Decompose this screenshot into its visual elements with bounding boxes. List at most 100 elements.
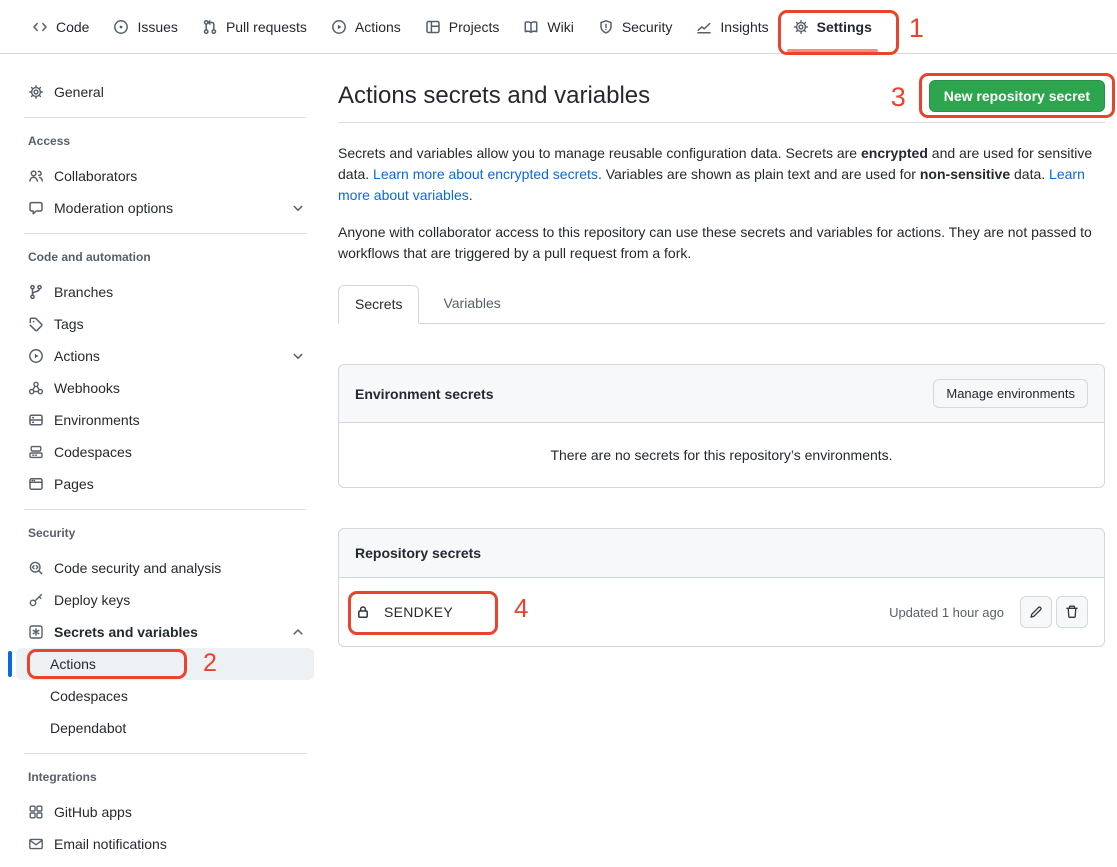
settings-sidebar: General Access Collaborators Moderation … bbox=[0, 54, 322, 860]
asterisk-box-icon bbox=[28, 624, 44, 640]
sidebar-item-label: Moderation options bbox=[54, 200, 280, 216]
sidebar-item-label: Collaborators bbox=[54, 168, 306, 184]
sidebar-item-general[interactable]: General bbox=[16, 76, 314, 108]
lock-icon bbox=[355, 604, 371, 620]
secret-name: SENDKEY bbox=[384, 604, 453, 620]
sidebar-item-label: GitHub apps bbox=[54, 804, 306, 820]
sidebar-subitem-dependabot[interactable]: Dependabot bbox=[16, 712, 314, 744]
book-icon bbox=[523, 19, 539, 35]
pencil-icon bbox=[1028, 604, 1044, 620]
sidebar-item-label: Actions bbox=[54, 348, 280, 364]
apps-grid-icon bbox=[28, 804, 44, 820]
nav-tab-actions[interactable]: Actions bbox=[321, 0, 411, 53]
chevron-down-icon bbox=[290, 348, 306, 364]
sidebar-item-codespaces[interactable]: Codespaces bbox=[16, 436, 314, 468]
sidebar-subitem-actions[interactable]: Actions 2 bbox=[16, 648, 314, 680]
key-icon bbox=[28, 592, 44, 608]
repository-secrets-box: Repository secrets SENDKEY 4 Updated 1 h… bbox=[338, 528, 1105, 647]
sidebar-item-label: Environments bbox=[54, 412, 306, 428]
divider bbox=[24, 233, 306, 234]
shield-icon bbox=[598, 19, 614, 35]
secret-row: SENDKEY 4 Updated 1 hour ago bbox=[339, 578, 1104, 646]
server-icon bbox=[28, 412, 44, 428]
description-paragraph-1: Secrets and variables allow you to manag… bbox=[338, 143, 1098, 206]
nav-tab-wiki[interactable]: Wiki bbox=[513, 0, 583, 53]
nav-tab-label: Insights bbox=[720, 19, 768, 35]
nav-tab-label: Projects bbox=[449, 19, 500, 35]
git-branch-icon bbox=[28, 284, 44, 300]
trash-icon bbox=[1064, 604, 1080, 620]
environment-secrets-empty-text: There are no secrets for this repository… bbox=[339, 423, 1104, 487]
chevron-down-icon bbox=[290, 200, 306, 216]
sidebar-item-actions[interactable]: Actions bbox=[16, 340, 314, 372]
tab-variables[interactable]: Variables bbox=[427, 285, 516, 323]
tag-icon bbox=[28, 316, 44, 332]
description-text: data. bbox=[1010, 166, 1049, 182]
sidebar-item-deploy-keys[interactable]: Deploy keys bbox=[16, 584, 314, 616]
play-circle-icon bbox=[331, 19, 347, 35]
nav-tab-code[interactable]: Code bbox=[22, 0, 99, 53]
environment-secrets-title: Environment secrets bbox=[355, 386, 494, 402]
description-paragraph-2: Anyone with collaborator access to this … bbox=[338, 222, 1098, 264]
divider bbox=[24, 753, 306, 754]
sidebar-section-header-access: Access bbox=[28, 134, 314, 148]
repo-tab-nav: Code Issues Pull requests Actions Projec… bbox=[0, 0, 1117, 54]
nav-tab-label: Security bbox=[622, 19, 673, 35]
chevron-up-icon bbox=[290, 624, 306, 640]
nav-tab-pull-requests[interactable]: Pull requests bbox=[192, 0, 317, 53]
sidebar-item-label: Email notifications bbox=[54, 836, 306, 852]
delete-secret-button[interactable] bbox=[1056, 596, 1088, 628]
code-icon bbox=[32, 19, 48, 35]
nav-tab-security[interactable]: Security bbox=[588, 0, 683, 53]
annotation-number-1: 1 bbox=[909, 15, 924, 42]
sidebar-item-label: Branches bbox=[54, 284, 306, 300]
sidebar-item-github-apps[interactable]: GitHub apps bbox=[16, 796, 314, 828]
manage-environments-button[interactable]: Manage environments bbox=[933, 379, 1088, 408]
nav-tab-insights[interactable]: Insights bbox=[686, 0, 778, 53]
annotation-number-4: 4 bbox=[514, 595, 529, 621]
environment-secrets-box: Environment secrets Manage environments … bbox=[338, 364, 1105, 488]
sidebar-item-branches[interactable]: Branches bbox=[16, 276, 314, 308]
active-tab-underline bbox=[787, 49, 878, 52]
edit-secret-button[interactable] bbox=[1020, 596, 1052, 628]
sidebar-item-environments[interactable]: Environments bbox=[16, 404, 314, 436]
sidebar-item-label: Code security and analysis bbox=[54, 560, 306, 576]
tab-secrets[interactable]: Secrets bbox=[338, 285, 419, 324]
sidebar-item-moderation-options[interactable]: Moderation options bbox=[16, 192, 314, 224]
sidebar-item-email-notifications[interactable]: Email notifications bbox=[16, 828, 314, 860]
graph-icon bbox=[696, 19, 712, 35]
divider bbox=[24, 117, 306, 118]
sidebar-item-label: Tags bbox=[54, 316, 306, 332]
sidebar-item-label: Pages bbox=[54, 476, 306, 492]
link-learn-more-encrypted-secrets[interactable]: Learn more about encrypted secrets bbox=[373, 166, 598, 182]
sidebar-item-label: Dependabot bbox=[50, 720, 306, 736]
sidebar-item-label: Codespaces bbox=[50, 688, 306, 704]
nav-tab-label: Settings bbox=[817, 19, 872, 35]
sidebar-item-label: Secrets and variables bbox=[54, 624, 280, 640]
nav-tab-projects[interactable]: Projects bbox=[415, 0, 510, 53]
secrets-variables-tabnav: Secrets Variables bbox=[338, 285, 1105, 324]
sidebar-item-tags[interactable]: Tags bbox=[16, 308, 314, 340]
sidebar-item-collaborators[interactable]: Collaborators bbox=[16, 160, 314, 192]
description-bold-encrypted: encrypted bbox=[861, 145, 928, 161]
nav-tab-label: Wiki bbox=[547, 19, 573, 35]
git-pull-request-icon bbox=[202, 19, 218, 35]
nav-tab-label: Pull requests bbox=[226, 19, 307, 35]
sidebar-item-code-security[interactable]: Code security and analysis bbox=[16, 552, 314, 584]
repository-secrets-title: Repository secrets bbox=[355, 545, 481, 561]
sidebar-item-secrets-and-variables[interactable]: Secrets and variables bbox=[16, 616, 314, 648]
new-repository-secret-button[interactable]: New repository secret bbox=[929, 80, 1105, 112]
page-title: Actions secrets and variables bbox=[338, 80, 650, 112]
sidebar-item-label: General bbox=[54, 84, 306, 100]
sidebar-item-webhooks[interactable]: Webhooks bbox=[16, 372, 314, 404]
nav-tab-issues[interactable]: Issues bbox=[103, 0, 187, 53]
secret-updated-text: Updated 1 hour ago bbox=[889, 605, 1004, 620]
nav-tab-settings[interactable]: Settings 1 bbox=[783, 0, 882, 53]
secret-name-cell: SENDKEY 4 bbox=[355, 604, 453, 620]
nav-tab-label: Code bbox=[56, 19, 89, 35]
nav-tab-label: Actions bbox=[355, 19, 401, 35]
sidebar-item-pages[interactable]: Pages bbox=[16, 468, 314, 500]
sidebar-item-label: Webhooks bbox=[54, 380, 306, 396]
nav-tab-label: Issues bbox=[137, 19, 177, 35]
sidebar-subitem-codespaces[interactable]: Codespaces bbox=[16, 680, 314, 712]
